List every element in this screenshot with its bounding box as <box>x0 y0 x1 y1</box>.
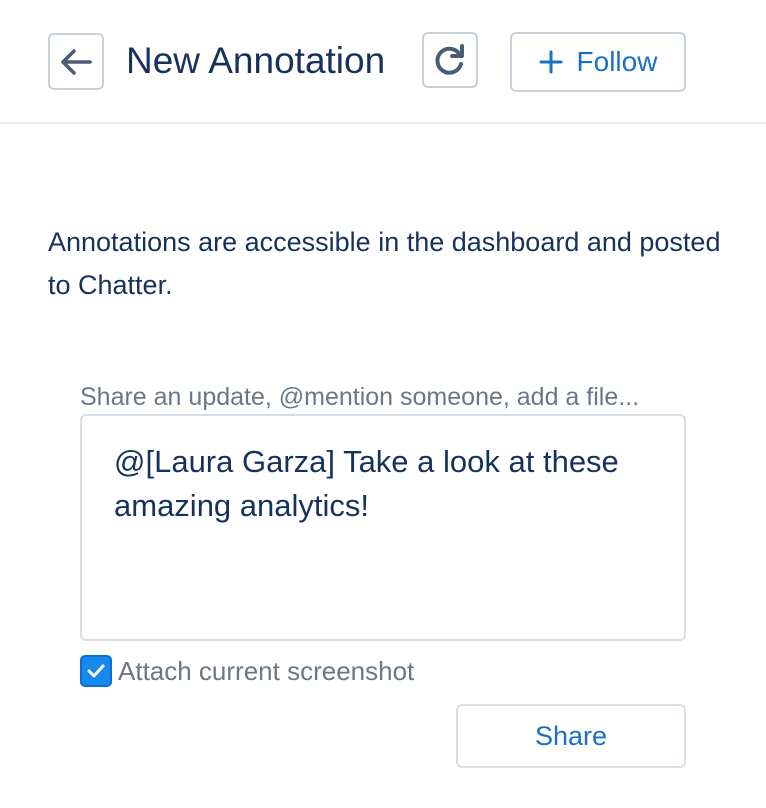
share-button[interactable]: Share <box>456 704 686 768</box>
page-header: New Annotation Follow <box>0 0 766 124</box>
annotation-text-value: @[Laura Garza] Take a look at these amaz… <box>114 444 619 523</box>
page-title: New Annotation <box>126 40 386 81</box>
attach-screenshot-checkbox[interactable] <box>80 655 112 687</box>
composer-placeholder: Share an update, @mention someone, add a… <box>80 383 640 411</box>
follow-button[interactable]: Follow <box>510 32 686 92</box>
plus-icon <box>539 50 563 74</box>
refresh-button[interactable] <box>422 32 478 88</box>
annotation-description: Annotations are accessible in the dashbo… <box>48 227 721 300</box>
arrow-left-icon <box>61 48 92 75</box>
refresh-icon <box>435 44 464 75</box>
attach-screenshot-row: Attach current screenshot <box>80 654 414 688</box>
annotation-text-input[interactable]: @[Laura Garza] Take a look at these amaz… <box>80 414 686 641</box>
attach-screenshot-label[interactable]: Attach current screenshot <box>118 654 414 688</box>
follow-label: Follow <box>576 46 658 77</box>
checkmark-icon <box>87 664 105 678</box>
back-button[interactable] <box>48 33 104 90</box>
